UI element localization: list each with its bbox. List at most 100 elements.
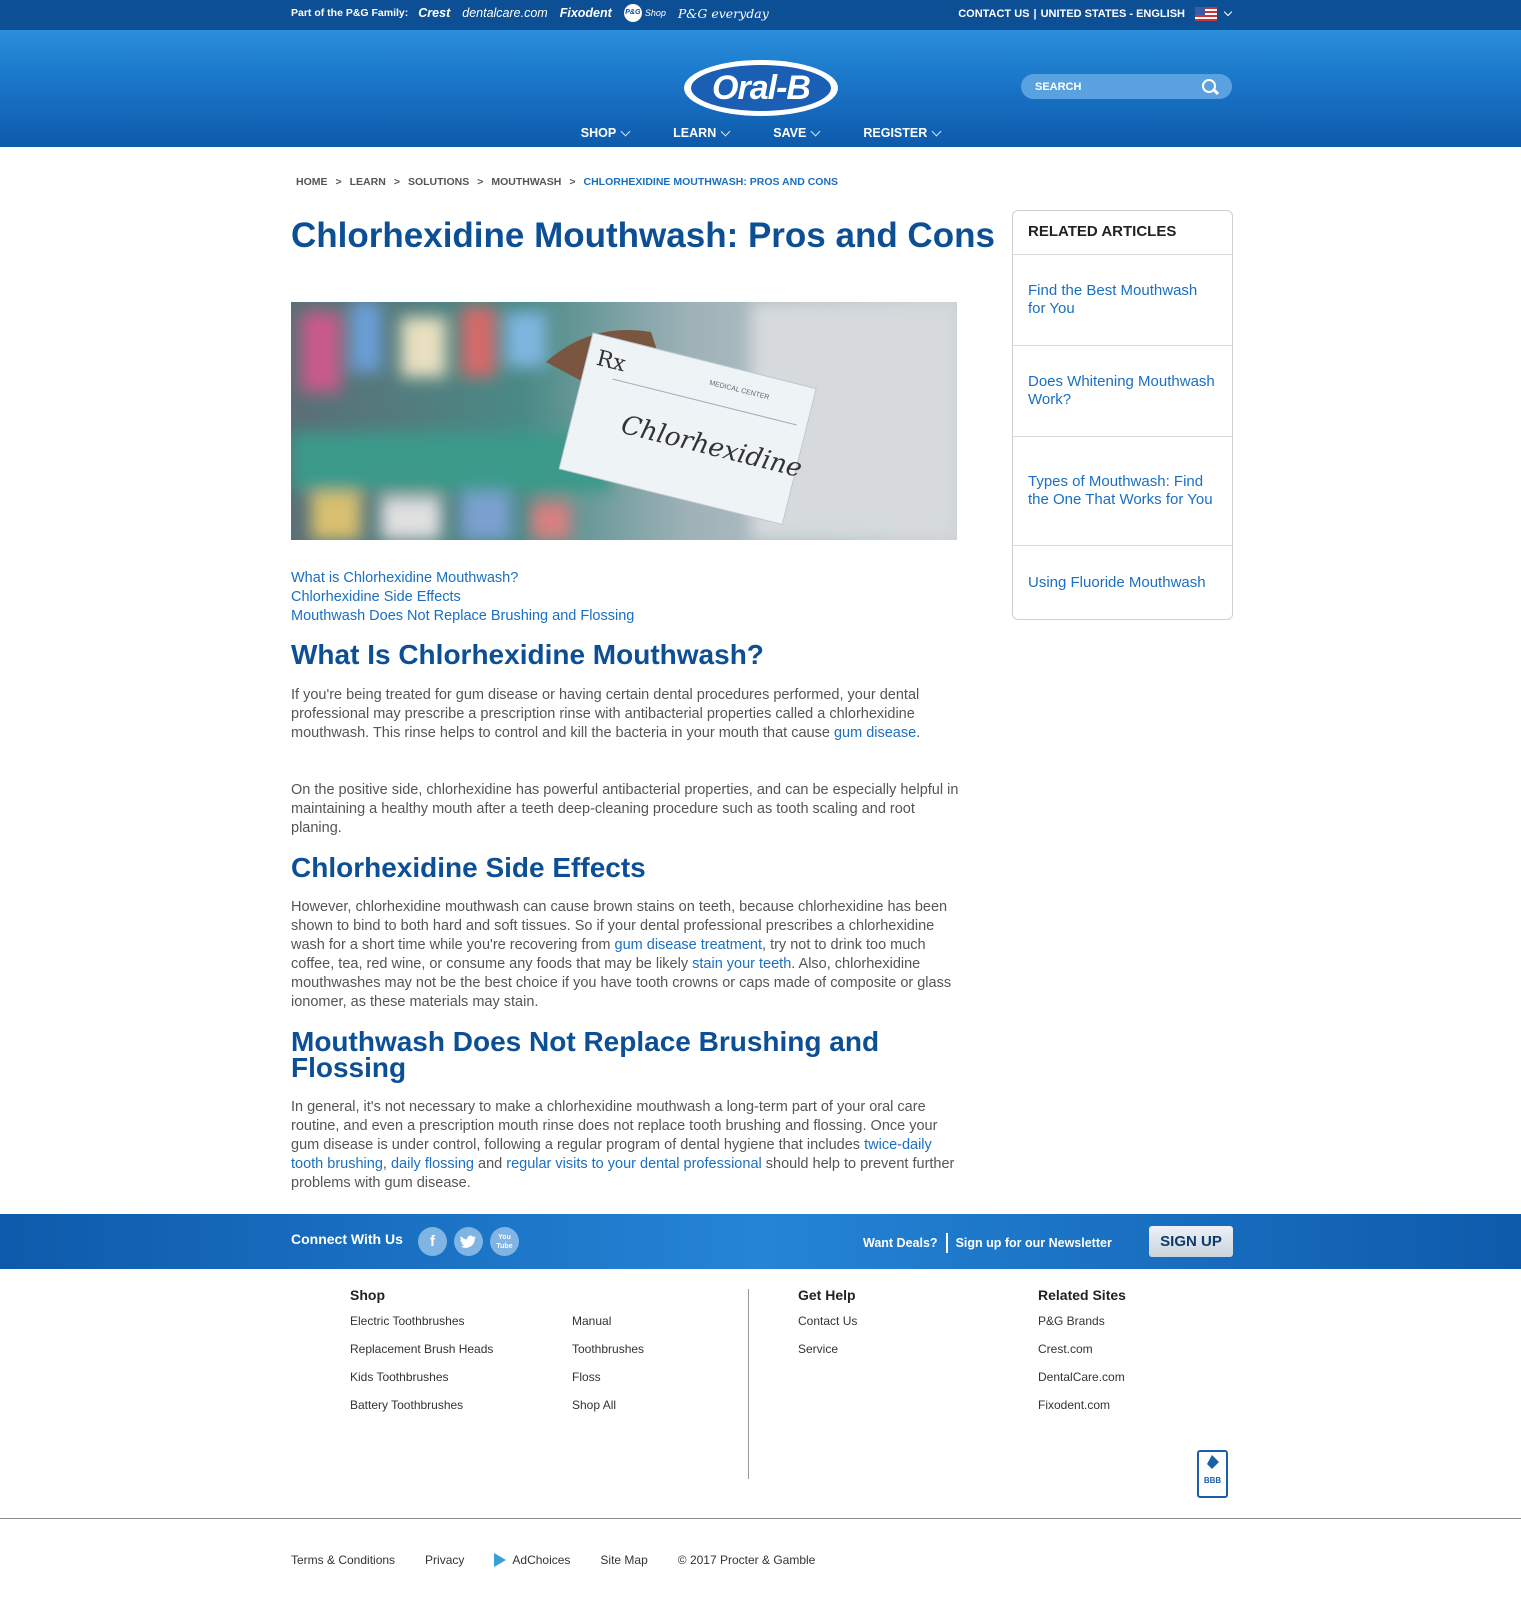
paragraph-text: . bbox=[916, 725, 921, 741]
footer-link[interactable]: Toothbrushes bbox=[572, 1341, 644, 1369]
footer-link[interactable]: Kids Toothbrushes bbox=[350, 1369, 493, 1397]
breadcrumb-current: CHLORHEXIDINE MOUTHWASH: PROS AND CONS bbox=[583, 176, 839, 188]
brand-link-pg-everyday[interactable]: P&G everyday bbox=[678, 6, 769, 21]
terms-link[interactable]: Terms & Conditions bbox=[291, 1553, 395, 1567]
footer-link[interactable]: Service bbox=[798, 1341, 857, 1369]
brand-link-crest[interactable]: Crest bbox=[418, 6, 450, 20]
want-deals-label: Want Deals? bbox=[863, 1236, 938, 1250]
facebook-icon[interactable]: f bbox=[418, 1227, 447, 1256]
sign-up-button[interactable]: SIGN UP bbox=[1149, 1226, 1233, 1257]
nav-register[interactable]: REGISTER bbox=[863, 126, 942, 140]
footer-link[interactable]: Replacement Brush Heads bbox=[350, 1341, 493, 1369]
link-stain-your-teeth[interactable]: stain your teeth bbox=[692, 956, 791, 972]
paragraph-side-effects: However, chlorhexidine mouthwash can cau… bbox=[291, 898, 961, 1012]
site-header: Oral-B SEARCH SHOP LEARN SAVE REGISTER bbox=[0, 30, 1521, 147]
divider bbox=[945, 1233, 948, 1253]
chevron-down-icon bbox=[810, 126, 821, 136]
pg-shop-icon: P&G bbox=[623, 4, 642, 22]
breadcrumb-mouthwash[interactable]: MOUTHWASH bbox=[491, 176, 561, 188]
footer-link[interactable]: Electric Toothbrushes bbox=[350, 1313, 493, 1341]
breadcrumb-solutions[interactable]: SOLUTIONS bbox=[408, 176, 469, 188]
footer-link[interactable]: DentalCare.com bbox=[1038, 1369, 1126, 1397]
footer-link[interactable]: Shop All bbox=[572, 1397, 644, 1425]
pg-family-brands: Part of the P&G Family: Crest dentalcare… bbox=[291, 4, 781, 22]
page-title: Chlorhexidine Mouthwash: Pros and Cons bbox=[291, 216, 995, 255]
adchoices-link[interactable]: AdChoices bbox=[494, 1553, 570, 1567]
paragraph-positive-side: On the positive side, chlorhexidine has … bbox=[291, 782, 959, 836]
connect-bar: Connect With Us f You Tube Want Deals? S… bbox=[0, 1214, 1521, 1269]
footer-shop-column-2: Manual Toothbrushes Floss Shop All bbox=[572, 1313, 644, 1425]
youtube-icon[interactable]: You Tube bbox=[490, 1227, 519, 1256]
nav-save[interactable]: SAVE bbox=[773, 126, 821, 140]
table-of-contents: What is Chlorhexidine Mouthwash? Chlorhe… bbox=[291, 569, 634, 626]
toc-link-what-is[interactable]: What is Chlorhexidine Mouthwash? bbox=[291, 570, 518, 586]
copyright: © 2017 Procter & Gamble bbox=[677, 1553, 816, 1567]
related-article-link[interactable]: Does Whitening Mouthwash Work? bbox=[1013, 346, 1232, 437]
twitter-icon[interactable] bbox=[454, 1227, 483, 1256]
chevron-down-icon bbox=[620, 126, 631, 136]
pg-family-label: Part of the P&G Family: bbox=[291, 7, 409, 19]
brand-link-fixodent[interactable]: Fixodent bbox=[560, 6, 612, 20]
nav-save-label: SAVE bbox=[773, 126, 807, 140]
related-article-link[interactable]: Using Fluoride Mouthwash bbox=[1013, 546, 1232, 619]
footer-link[interactable]: Battery Toothbrushes bbox=[350, 1397, 493, 1425]
privacy-link[interactable]: Privacy bbox=[425, 1553, 464, 1567]
footer-link[interactable]: P&G Brands bbox=[1038, 1313, 1126, 1341]
related-articles-panel: RELATED ARTICLES Find the Best Mouthwash… bbox=[1012, 210, 1233, 620]
related-articles-heading: RELATED ARTICLES bbox=[1013, 211, 1232, 255]
breadcrumb-home[interactable]: HOME bbox=[296, 176, 328, 188]
us-flag-icon[interactable] bbox=[1195, 7, 1217, 21]
brand-link-dentalcare[interactable]: dentalcare.com bbox=[462, 6, 547, 20]
chevron-down-icon bbox=[931, 126, 942, 136]
footer-link[interactable]: Contact Us bbox=[798, 1313, 857, 1341]
utility-separator: | bbox=[1033, 8, 1037, 20]
toc-link-side-effects[interactable]: Chlorhexidine Side Effects bbox=[291, 589, 461, 605]
breadcrumb: HOME > LEARN > SOLUTIONS > MOUTHWASH > C… bbox=[296, 176, 838, 188]
footer-link[interactable]: Fixodent.com bbox=[1038, 1397, 1126, 1425]
breadcrumb-learn[interactable]: LEARN bbox=[350, 176, 386, 188]
link-regular-visits[interactable]: regular visits to your dental profession… bbox=[506, 1156, 762, 1172]
footer-divider bbox=[748, 1289, 749, 1479]
heading-side-effects: Chlorhexidine Side Effects bbox=[291, 852, 646, 883]
paragraph-text: In general, it's not necessary to make a… bbox=[291, 1099, 938, 1153]
main-nav: SHOP LEARN SAVE REGISTER bbox=[0, 126, 1521, 140]
oral-b-logo[interactable]: Oral-B bbox=[684, 60, 838, 116]
breadcrumb-separator: > bbox=[477, 176, 484, 188]
nav-shop[interactable]: SHOP bbox=[581, 126, 631, 140]
bbb-label: BBB bbox=[1203, 1476, 1222, 1485]
search-placeholder: SEARCH bbox=[1035, 80, 1082, 93]
bbb-accreditation-icon[interactable]: BBB bbox=[1197, 1450, 1228, 1498]
toc-link-does-not-replace[interactable]: Mouthwash Does Not Replace Brushing and … bbox=[291, 608, 634, 624]
breadcrumb-separator: > bbox=[335, 176, 342, 188]
link-daily-flossing[interactable]: daily flossing bbox=[391, 1156, 474, 1172]
hero-image: Rx MEDICAL CENTER Chlorhexidine bbox=[291, 302, 957, 540]
nav-learn[interactable]: LEARN bbox=[673, 126, 731, 140]
pg-family-bar: Part of the P&G Family: Crest dentalcare… bbox=[0, 0, 1521, 30]
link-gum-disease-treatment[interactable]: gum disease treatment bbox=[615, 937, 763, 953]
paragraph-text: If you're being treated for gum disease … bbox=[291, 687, 920, 741]
breadcrumb-separator: > bbox=[393, 176, 400, 188]
newsletter-promo: Want Deals? Sign up for our Newsletter bbox=[863, 1233, 1112, 1253]
link-gum-disease[interactable]: gum disease bbox=[834, 725, 916, 741]
contact-us-link[interactable]: CONTACT US bbox=[958, 8, 1029, 20]
paragraph-routine: In general, it's not necessary to make a… bbox=[291, 1098, 961, 1193]
footer-link[interactable]: Floss bbox=[572, 1369, 644, 1397]
footer-link[interactable]: Crest.com bbox=[1038, 1341, 1126, 1369]
footer-shop-heading: Shop bbox=[350, 1287, 385, 1303]
footer-help-heading: Get Help bbox=[798, 1287, 856, 1303]
search-input[interactable]: SEARCH bbox=[1021, 74, 1232, 99]
related-article-link[interactable]: Find the Best Mouthwash for You bbox=[1013, 255, 1232, 346]
site-map-link[interactable]: Site Map bbox=[600, 1553, 647, 1567]
heading-does-not-replace: Mouthwash Does Not Replace Brushing and … bbox=[291, 1026, 880, 1083]
paragraph-intro: If you're being treated for gum disease … bbox=[291, 686, 961, 743]
related-article-link[interactable]: Types of Mouthwash: Find the One That Wo… bbox=[1013, 437, 1232, 546]
chevron-down-icon[interactable] bbox=[1223, 7, 1233, 17]
nav-register-label: REGISTER bbox=[863, 126, 928, 140]
search-icon[interactable] bbox=[1202, 78, 1218, 95]
adchoices-label: AdChoices bbox=[512, 1553, 571, 1567]
footer-link[interactable]: Manual bbox=[572, 1313, 644, 1341]
logo-text: Oral-B bbox=[691, 65, 831, 111]
heading-what-is: What Is Chlorhexidine Mouthwash? bbox=[291, 639, 764, 670]
region-selector[interactable]: UNITED STATES - ENGLISH bbox=[1041, 8, 1185, 20]
brand-link-pg-shop[interactable]: P&G Shop bbox=[623, 4, 666, 22]
